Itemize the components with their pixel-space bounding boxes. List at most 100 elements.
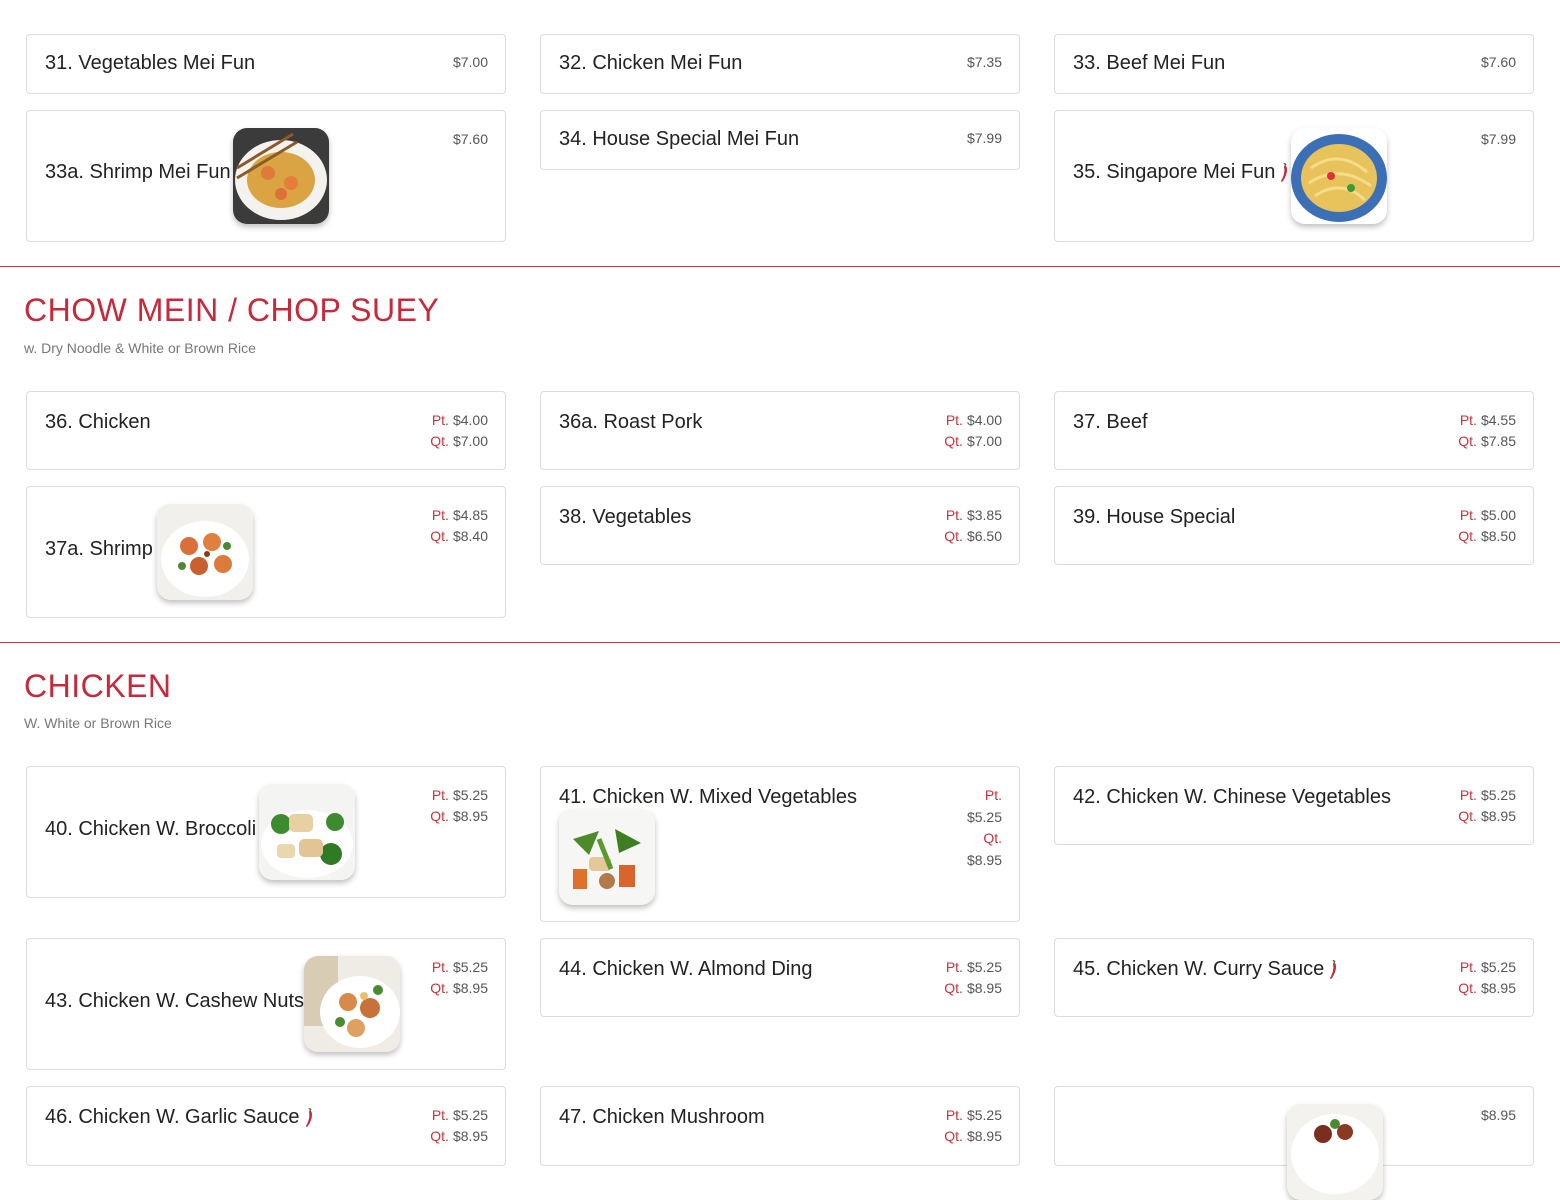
pint-label: Pt. bbox=[984, 787, 1002, 803]
menu-item-card[interactable]: 47. Chicken Mushroom Pt. $5.25 Qt. $8.95 bbox=[540, 1086, 1020, 1166]
quart-label: Qt. bbox=[1458, 528, 1477, 544]
item-name-row: 46. Chicken W. Garlic Sauce bbox=[45, 1106, 314, 1129]
chili-pepper-icon bbox=[1328, 960, 1338, 980]
quart-label: Qt. bbox=[983, 830, 1002, 846]
dish-photo[interactable] bbox=[1287, 1104, 1383, 1200]
item-name: 36a. Roast Pork bbox=[559, 411, 703, 433]
pint-price: $5.25 bbox=[1480, 959, 1516, 975]
pint-price: $5.25 bbox=[452, 1107, 488, 1123]
dish-photo[interactable] bbox=[157, 504, 253, 600]
pint-price: $4.00 bbox=[452, 412, 488, 428]
section-divider bbox=[0, 266, 1560, 267]
item-price: $8.95 bbox=[1480, 1107, 1516, 1123]
item-prices: Pt. $5.25 Qt. $8.95 bbox=[1458, 785, 1516, 827]
menu-item-card[interactable]: 36a. Roast Pork Pt. $4.00 Qt. $7.00 bbox=[540, 391, 1020, 470]
menu-item-card[interactable]: 40. Chicken W. Broccoli Pt. $5.25 Qt. $8.9… bbox=[26, 766, 506, 898]
item-prices: Pt. $5.25 Qt. $8.95 bbox=[967, 785, 1002, 871]
item-name: 42. Chicken W. Chinese Vegetables bbox=[1073, 786, 1391, 808]
pint-label: Pt. bbox=[431, 1107, 449, 1123]
item-name: 38. Vegetables bbox=[559, 506, 692, 528]
menu-item-card[interactable]: 37. Beef Pt. $4.55 Qt. $7.85 bbox=[1054, 391, 1534, 470]
pint-price: $5.25 bbox=[966, 808, 1002, 825]
pint-label: Pt. bbox=[431, 787, 449, 803]
item-name: 44. Chicken W. Almond Ding bbox=[559, 958, 813, 980]
menu-item-card[interactable]: 36. Chicken Pt. $4.00 Qt. $7.00 bbox=[26, 391, 506, 470]
quart-price: $8.95 bbox=[452, 980, 488, 996]
menu-item-card[interactable]: 46. Chicken W. Garlic Sauce Pt. $5.25 Qt.… bbox=[26, 1086, 506, 1166]
menu-item-card[interactable]: 44. Chicken W. Almond Ding Pt. $5.25 Qt. $… bbox=[540, 938, 1020, 1017]
menu-item-card[interactable]: 41. Chicken W. Mixed Vegetables Pt. $5.25… bbox=[540, 766, 1020, 922]
item-prices: Pt. $5.25 Qt. $8.95 bbox=[944, 957, 1002, 999]
pint-price: $5.25 bbox=[1480, 787, 1516, 803]
pint-label: Pt. bbox=[1459, 507, 1477, 523]
item-name-row: 45. Chicken W. Curry Sauce bbox=[1073, 958, 1338, 981]
menu-item-card[interactable]: 43. Chicken W. Cashew Nuts Pt. $5.25 Qt. $… bbox=[26, 938, 506, 1070]
item-name: 33a. Shrimp Mei Fun bbox=[45, 161, 231, 183]
item-name: 35. Singapore Mei Fun bbox=[1073, 161, 1276, 183]
menu-item-card[interactable]: 32. Chicken Mei Fun $7.35 bbox=[540, 34, 1020, 94]
dish-photo[interactable] bbox=[559, 809, 655, 905]
item-name: 47. Chicken Mushroom bbox=[559, 1106, 765, 1128]
quart-label: Qt. bbox=[430, 1128, 449, 1144]
menu-item-card[interactable]: 39. House Special Pt. $5.00 Qt. $8.50 bbox=[1054, 486, 1534, 565]
quart-price: $8.95 bbox=[452, 808, 488, 824]
pint-label: Pt. bbox=[945, 412, 963, 428]
item-name: 37a. Shrimp bbox=[45, 538, 153, 560]
item-name-row: 35. Singapore Mei Fun bbox=[1073, 161, 1289, 184]
pint-price: $5.25 bbox=[966, 1107, 1002, 1123]
dish-photo[interactable] bbox=[233, 128, 329, 224]
menu-item-card[interactable]: 34. House Special Mei Fun $7.99 bbox=[540, 110, 1020, 170]
item-prices: Pt. $5.25 Qt. $8.95 bbox=[430, 957, 488, 999]
menu-item-card[interactable]: 35. Singapore Mei Fun $7.99 bbox=[1054, 110, 1534, 242]
quart-label: Qt. bbox=[944, 980, 963, 996]
pint-price: $5.25 bbox=[452, 787, 488, 803]
section-subtitle: W. White or Brown Rice bbox=[24, 715, 172, 731]
item-name: 36. Chicken bbox=[45, 411, 151, 433]
quart-price: $7.85 bbox=[1480, 433, 1516, 449]
item-price: $7.00 bbox=[452, 54, 488, 70]
menu-item-card[interactable]: $8.95 bbox=[1054, 1086, 1534, 1200]
quart-price: $8.50 bbox=[1480, 528, 1516, 544]
pint-label: Pt. bbox=[1459, 959, 1477, 975]
menu-item-card[interactable]: 38. Vegetables Pt. $3.85 Qt. $6.50 bbox=[540, 486, 1020, 565]
item-name: 46. Chicken W. Garlic Sauce bbox=[45, 1106, 300, 1128]
pint-label: Pt. bbox=[1459, 412, 1477, 428]
pint-label: Pt. bbox=[431, 507, 449, 523]
chili-pepper-icon bbox=[304, 1108, 314, 1128]
dish-photo[interactable] bbox=[259, 784, 355, 880]
pint-price: $4.85 bbox=[452, 507, 488, 523]
quart-label: Qt. bbox=[430, 528, 449, 544]
item-price: $7.35 bbox=[966, 54, 1002, 70]
item-name: 39. House Special bbox=[1073, 506, 1236, 528]
quart-price: $8.95 bbox=[452, 1128, 488, 1144]
item-prices: Pt. $4.00 Qt. $7.00 bbox=[430, 410, 488, 452]
dish-photo[interactable] bbox=[1291, 128, 1387, 224]
item-prices: Pt. $5.25 Qt. $8.95 bbox=[1458, 957, 1516, 999]
quart-price: $8.95 bbox=[966, 1128, 1002, 1144]
quart-label: Qt. bbox=[430, 808, 449, 824]
menu-item-card[interactable]: 42. Chicken W. Chinese Vegetables Pt. $5.… bbox=[1054, 766, 1534, 845]
pint-price: $4.55 bbox=[1480, 412, 1516, 428]
menu-item-card[interactable]: 31. Vegetables Mei Fun $7.00 bbox=[26, 34, 506, 94]
pint-label: Pt. bbox=[431, 959, 449, 975]
item-prices: Pt. $5.25 Qt. $8.95 bbox=[944, 1105, 1002, 1147]
menu-item-card[interactable]: 45. Chicken W. Curry Sauce Pt. $5.25 Qt. $… bbox=[1054, 938, 1534, 1017]
menu-item-card[interactable]: 37a. Shrimp Pt. $4.85 Qt. $8.40 bbox=[26, 486, 506, 618]
item-price: $7.60 bbox=[1480, 54, 1516, 70]
item-name: 43. Chicken W. Cashew Nuts bbox=[45, 990, 304, 1012]
item-prices: Pt. $5.00 Qt. $8.50 bbox=[1458, 505, 1516, 547]
menu-item-card[interactable]: 33. Beef Mei Fun $7.60 bbox=[1054, 34, 1534, 94]
pint-price: $5.25 bbox=[966, 959, 1002, 975]
quart-label: Qt. bbox=[1458, 433, 1477, 449]
item-name: 41. Chicken W. Mixed Vegetables bbox=[559, 786, 857, 808]
pint-label: Pt. bbox=[1459, 787, 1477, 803]
dish-photo[interactable] bbox=[304, 956, 400, 1052]
section-title: CHICKEN bbox=[24, 668, 172, 704]
item-name: 40. Chicken W. Broccoli bbox=[45, 818, 257, 840]
pint-label: Pt. bbox=[945, 507, 963, 523]
item-name: 33. Beef Mei Fun bbox=[1073, 52, 1226, 74]
quart-label: Qt. bbox=[1458, 808, 1477, 824]
quart-price: $7.00 bbox=[966, 433, 1002, 449]
menu-item-card[interactable]: 33a. Shrimp Mei Fun $7.60 bbox=[26, 110, 506, 242]
quart-label: Qt. bbox=[1458, 980, 1477, 996]
